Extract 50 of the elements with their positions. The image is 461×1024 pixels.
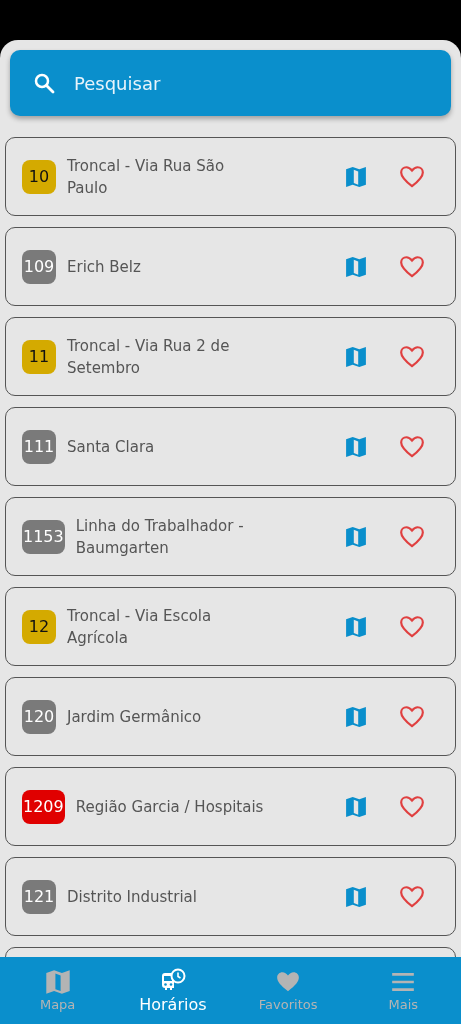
heart-icon[interactable] [399,613,425,640]
route-card[interactable]: 120 Jardim Germânico [5,677,456,756]
map-icon [44,969,71,995]
route-number: 11 [22,339,56,374]
route-card[interactable]: 12 Troncal - Via Escola Agrícola [5,587,456,666]
route-name: Santa Clara [67,436,156,458]
map-icon[interactable] [345,795,367,818]
route-name: Distrito Industrial [67,886,198,908]
map-icon[interactable] [345,435,367,458]
search-icon [32,71,56,95]
route-name: Linha do Trabalhador - Baumgarten [75,515,245,559]
route-name: Troncal - Via Rua São Paulo [67,155,226,199]
heart-icon[interactable] [399,343,425,370]
map-icon[interactable] [345,885,367,908]
heart-icon[interactable] [399,253,425,280]
heart-icon[interactable] [399,703,425,730]
heart-icon[interactable] [399,433,425,460]
route-number: 120 [22,699,56,734]
route-number: 121 [22,879,56,914]
map-icon[interactable] [345,525,367,548]
route-number: 10 [22,159,56,194]
route-number: 1153 [22,519,65,554]
map-icon[interactable] [345,165,367,188]
search-field[interactable]: Pesquisar [10,50,451,116]
route-name: Erich Belz [67,256,142,278]
route-card[interactable]: 121 Distrito Industrial [5,857,456,936]
map-icon[interactable] [345,255,367,278]
search-input[interactable]: Pesquisar [72,71,451,95]
route-number: 12 [22,609,56,644]
map-icon[interactable] [345,345,367,368]
route-card[interactable]: 10 Troncal - Via Rua São Paulo [5,137,456,216]
heart-icon[interactable] [399,523,425,550]
route-name: Troncal - Via Rua 2 de Setembro [67,335,231,379]
route-card[interactable]: 1209 Região Garcia / Hospitais [5,767,456,846]
route-number: 1209 [22,789,65,824]
route-card[interactable]: 109 Erich Belz [5,227,456,306]
route-name: Jardim Germânico [67,706,203,728]
route-number: 109 [22,249,56,284]
map-icon[interactable] [345,705,367,728]
bus-clock-icon [159,967,186,993]
route-name: Região Garcia / Hospitais [75,796,265,818]
map-icon[interactable] [345,615,367,638]
route-number: 111 [22,429,56,464]
heart-icon[interactable] [399,163,425,190]
route-card[interactable]: 111 Santa Clara [5,407,456,486]
nav-tab[interactable]: Horários [115,957,231,1024]
heart-icon[interactable] [399,883,425,910]
route-name: Troncal - Via Escola Agrícola [67,605,213,649]
route-card[interactable]: 11 Troncal - Via Rua 2 de Setembro [5,317,456,396]
heart-icon[interactable] [399,793,425,820]
